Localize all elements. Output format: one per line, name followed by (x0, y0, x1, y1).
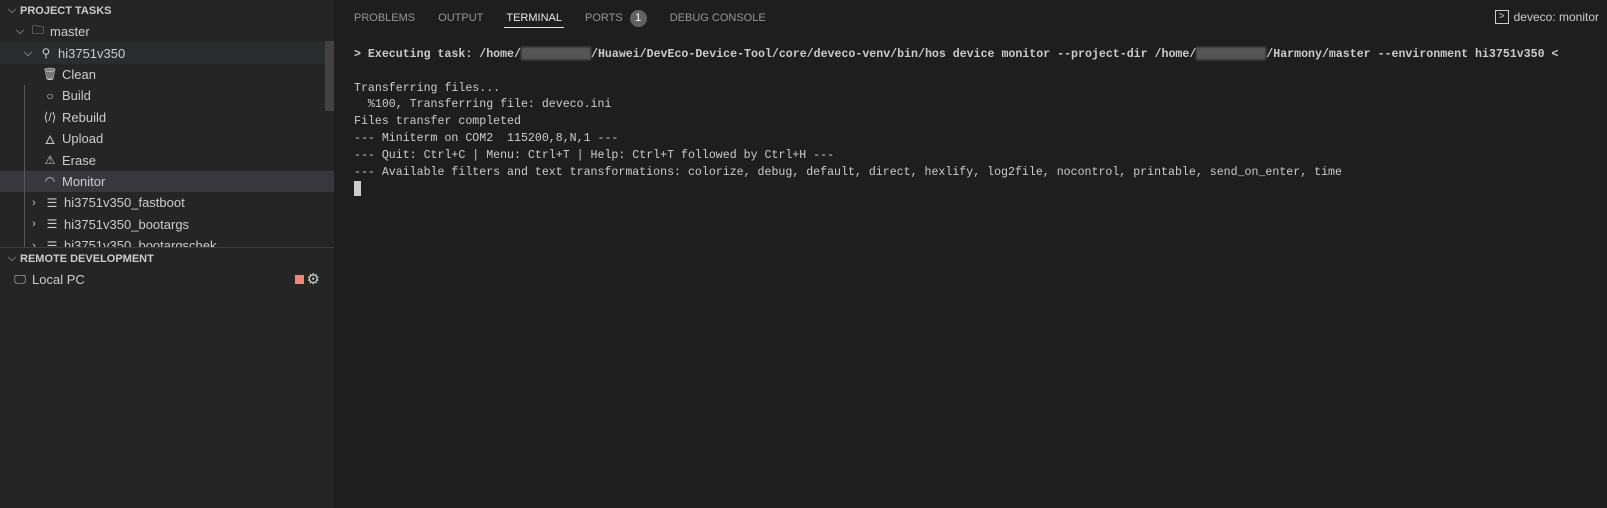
terminal-icon: > (1494, 10, 1509, 24)
remote-computer-icon: 🖵 (14, 272, 26, 287)
task-erase[interactable]: ⚠ Erase (0, 149, 334, 170)
tree-item-project[interactable]: ⌵ 🗀 master (0, 21, 334, 42)
indent-guide (24, 85, 25, 247)
tree-item-environment[interactable]: ⌵ ⚲ hi3751v350 (0, 42, 334, 64)
terminal-selector[interactable]: > deveco: monitor (1494, 10, 1599, 24)
folder-icon: 🗀 (31, 23, 44, 38)
terminal-output[interactable]: > Executing task: /home//Huawei/DevEco-D… (354, 47, 1559, 199)
scrollbar[interactable] (325, 41, 334, 111)
terminal-cursor (354, 181, 361, 197)
chevron-right-icon: › (32, 196, 36, 209)
partition-bootargs[interactable]: › ☰ hi3751v350_bootargs (0, 214, 334, 235)
flame-icon: 🜂 (44, 133, 56, 148)
chevron-down-icon: ⌵ (7, 252, 17, 264)
remote-development-header[interactable]: ⌵ REMOTE DEVELOPMENT (0, 248, 334, 269)
task-build[interactable]: ○ Build (0, 85, 334, 106)
partition-fastboot[interactable]: › ☰ hi3751v350_fastboot (0, 192, 334, 213)
location-pin-icon: ⚲ (41, 46, 51, 61)
partition-icon: ☰ (46, 217, 58, 232)
chevron-down-icon: ⌵ (7, 4, 17, 16)
task-clean[interactable]: 🗑 Clean (0, 64, 334, 85)
warning-icon: ⚠ (44, 153, 56, 168)
code-icon: ⟨/⟩ (43, 110, 57, 125)
chevron-down-icon: ⌵ (23, 46, 33, 59)
partition-icon: ☰ (46, 195, 58, 210)
tab-problems[interactable]: PROBLEMS (354, 0, 415, 36)
ports-badge: 1 (629, 9, 647, 27)
gear-icon[interactable]: ⚙ (307, 270, 320, 288)
chevron-down-icon: ⌵ (15, 25, 25, 38)
circle-icon: ○ (46, 88, 54, 103)
chevron-right-icon: › (32, 218, 36, 231)
stop-icon[interactable] (295, 275, 304, 284)
tab-ports[interactable]: PORTS 1 (585, 0, 647, 36)
chevron-right-icon: › (32, 239, 36, 247)
redacted-username (1196, 47, 1267, 61)
project-tasks-header[interactable]: ⌵ PROJECT TASKS (0, 0, 334, 21)
tab-output[interactable]: OUTPUT (438, 0, 483, 36)
partition-icon: ☰ (46, 238, 58, 247)
task-rebuild[interactable]: ⟨/⟩ Rebuild (0, 107, 334, 128)
tab-debug-console[interactable]: DEBUG CONSOLE (670, 0, 766, 36)
remote-development: ⌵ REMOTE DEVELOPMENT 🖵 Local PC ⚙ (0, 247, 334, 290)
task-tree: ⌵ 🗀 master ⌵ ⚲ hi3751v350 🗑 Clean ○ Build ⟨/⟩ R… (0, 21, 334, 247)
remote-item-local-pc[interactable]: 🖵 Local PC ⚙ (0, 269, 334, 290)
panel-tabs: PROBLEMS OUTPUT TERMINAL PORTS 1 DEBUG CO… (334, 0, 1607, 36)
partition-bootargschek[interactable]: › ☰ hi3751v350_bootargschek (0, 235, 334, 247)
task-monitor[interactable]: ◠ Monitor (0, 170, 334, 193)
trash-icon: 🗑 (42, 67, 58, 82)
loading-icon: ◠ (44, 174, 56, 189)
redacted-username (520, 47, 591, 61)
sidebar: ⌵ PROJECT TASKS ⌵ 🗀 master ⌵ ⚲ hi3751v350 🗑 Cl… (0, 0, 334, 508)
task-upload[interactable]: 🜂 Upload (0, 128, 334, 149)
tab-terminal[interactable]: TERMINAL (504, 0, 564, 36)
terminal-panel: PROBLEMS OUTPUT TERMINAL PORTS 1 DEBUG CO… (334, 0, 1607, 508)
